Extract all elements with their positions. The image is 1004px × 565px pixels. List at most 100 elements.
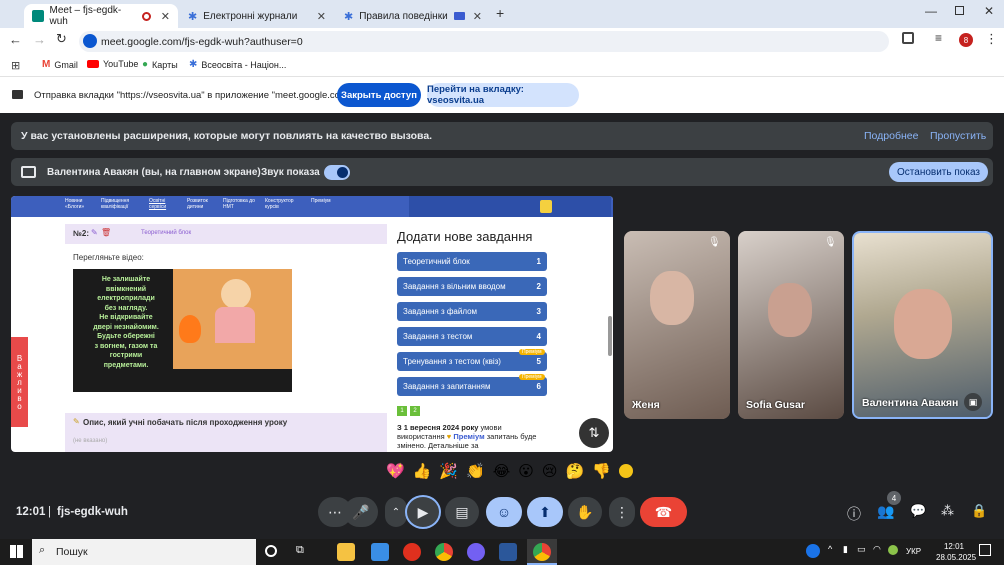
raise-hand-button[interactable]: ✋ (568, 497, 602, 527)
nav-item[interactable]: Конструктор курсів (265, 198, 301, 210)
switch-to-tab-button[interactable]: Перейти на вкладку: vseosvita.ua (427, 83, 579, 107)
page-1[interactable]: 1 (397, 406, 407, 416)
forward-icon[interactable]: → (33, 32, 46, 47)
meeting-info-icon[interactable]: ⓘ (847, 504, 861, 524)
nav-item[interactable]: Розвиток дитини (187, 198, 213, 210)
details-link[interactable]: Подробнее (864, 130, 918, 142)
tray-app-icon[interactable] (888, 545, 898, 555)
bookmark-vseosvita[interactable]: ✱ Всеосвіта - Націон... (189, 59, 286, 70)
present-screen-button[interactable]: ⬆ (527, 497, 563, 527)
self-view-options-icon[interactable]: ▣ (964, 393, 982, 411)
taskbar-search-box[interactable]: ⌕ Пошук (32, 539, 256, 565)
tray-chevron-icon[interactable]: ^ (828, 544, 832, 554)
address-bar[interactable]: meet.google.com/fjs-egdk-wuh?authuser=0 (79, 31, 889, 52)
close-icon[interactable]: ✕ (317, 10, 326, 23)
wifi-icon[interactable]: ◠ (873, 544, 881, 555)
important-side-tab[interactable]: Важливо (11, 337, 28, 427)
tab-rules[interactable]: ✱ Правила поведінки під ча ✕ (336, 4, 490, 28)
chrome-active-task[interactable] (527, 539, 557, 565)
video-illustration (173, 269, 292, 369)
nav-item[interactable]: Новини «Блоги» (65, 198, 91, 210)
reaction-thumbs-up[interactable]: 👍 (413, 462, 432, 480)
search-icon: ⌕ (39, 544, 46, 556)
windows-start-icon[interactable] (10, 545, 23, 558)
word-icon[interactable] (499, 543, 517, 561)
tab-meet[interactable]: Meet – fjs-egdk-wuh ✕ (24, 4, 178, 28)
reaction-thinking[interactable]: 🤔 (566, 462, 585, 480)
help-icon[interactable] (806, 544, 820, 558)
sound-label: Звук показа (261, 167, 320, 178)
edit-icon[interactable]: ✎ (91, 228, 98, 237)
reaction-laugh[interactable]: 😂 (493, 462, 511, 480)
participant-tile-self[interactable]: ▣ Валентина Авакян (852, 231, 993, 419)
nav-item[interactable]: Підвищення кваліфікації (101, 198, 139, 210)
window-close-icon[interactable]: ✕ (984, 4, 994, 18)
bookmark-youtube[interactable]: YouTube (87, 59, 138, 69)
reaction-clap[interactable]: 👏 (466, 462, 485, 480)
media-control-icon[interactable]: ≡ (935, 31, 942, 45)
page-2[interactable]: 2 (410, 406, 420, 416)
notifications-icon[interactable] (979, 544, 991, 556)
cortana-icon[interactable] (265, 545, 277, 557)
reaction-party[interactable]: 🎉 (439, 462, 458, 480)
taskbar-clock[interactable]: 12:01 28.05.2025 (936, 541, 976, 563)
leave-call-button[interactable]: ☎ (640, 497, 687, 527)
app-icon[interactable] (371, 543, 389, 561)
reload-icon[interactable]: ↻ (56, 31, 67, 47)
apps-grid-icon[interactable]: ⊞ (11, 59, 20, 72)
more-reactions-icon[interactable] (618, 464, 633, 478)
extensions-icon[interactable] (902, 32, 914, 44)
more-options-button[interactable]: ⋮ (609, 497, 635, 527)
minimize-icon[interactable]: — (925, 4, 937, 18)
add-task-theory[interactable]: Теоретичний блок 1 (397, 252, 547, 271)
close-icon[interactable]: ✕ (161, 10, 170, 23)
chrome-icon[interactable] (435, 543, 453, 561)
add-task-test[interactable]: Завдання з тестом 4 (397, 327, 547, 346)
microphone-button[interactable]: 🎤 (344, 497, 378, 527)
participant-tile[interactable]: 🎙 Женя (624, 231, 730, 419)
chat-icon[interactable]: 💬 (910, 503, 926, 519)
network-icon[interactable]: ▮ (843, 544, 848, 555)
scrollbar[interactable] (608, 316, 612, 356)
activities-icon[interactable]: ⁂ (941, 503, 954, 519)
task-view-icon[interactable]: ⧉ (296, 544, 304, 557)
new-tab-icon[interactable]: + (496, 5, 504, 21)
bookmark-maps[interactable]: ● Карты (142, 59, 178, 70)
add-task-free-input[interactable]: Завдання з вільним вводом 2 (397, 277, 547, 296)
skip-link[interactable]: Пропустить (930, 130, 986, 142)
maximize-icon[interactable] (955, 6, 964, 15)
file-explorer-icon[interactable] (337, 543, 355, 561)
close-icon[interactable]: ✕ (473, 10, 482, 23)
reaction-heart[interactable]: 💖 (386, 462, 405, 480)
reaction-sad[interactable]: 😢 (542, 462, 558, 480)
scroll-top-button[interactable]: ⇅ (579, 418, 609, 448)
nav-item[interactable]: Освітні сервіси (149, 198, 177, 210)
camera-options-icon[interactable]: ⌃ (385, 497, 407, 527)
people-icon[interactable]: 👥 (877, 503, 894, 520)
nav-item[interactable]: Преміум (311, 198, 341, 210)
back-icon[interactable]: ← (9, 32, 22, 47)
chrome-menu-icon[interactable]: ⋮ (985, 31, 998, 47)
video-preview[interactable]: Не залишайте ввімкнений електроприлади б… (73, 269, 292, 392)
site-info-icon[interactable] (83, 34, 97, 48)
emoji-reactions-button[interactable]: ☺ (486, 497, 522, 527)
host-controls-icon[interactable]: 🔒 (971, 503, 987, 519)
captions-button[interactable]: ▤ (445, 497, 479, 527)
opera-icon[interactable] (403, 543, 421, 561)
bookmark-gmail[interactable]: M Gmail (42, 59, 78, 70)
sound-toggle[interactable] (324, 165, 350, 180)
add-task-file[interactable]: Завдання з файлом 3 (397, 302, 547, 321)
stop-sharing-button[interactable]: Закрыть доступ (337, 83, 421, 107)
reaction-thumbs-down[interactable]: 👎 (592, 462, 611, 480)
camera-button[interactable]: ▶ (405, 495, 441, 529)
reaction-surprised[interactable]: 😮 (518, 462, 534, 480)
viber-icon[interactable] (467, 543, 485, 561)
participant-tile[interactable]: 🎙 Sofia Gusar (738, 231, 844, 419)
language-indicator[interactable]: УКР (906, 547, 921, 556)
battery-icon[interactable]: ▭ (857, 544, 866, 555)
tab-journals[interactable]: ✱ Електронні журнали ✕ (180, 4, 334, 28)
stop-presenting-button[interactable]: Остановить показ (889, 162, 988, 182)
delete-icon[interactable]: 🗑 (101, 228, 111, 237)
profile-avatar[interactable]: 8 (959, 33, 973, 47)
nav-item[interactable]: Підготовка до НМТ (223, 198, 255, 210)
